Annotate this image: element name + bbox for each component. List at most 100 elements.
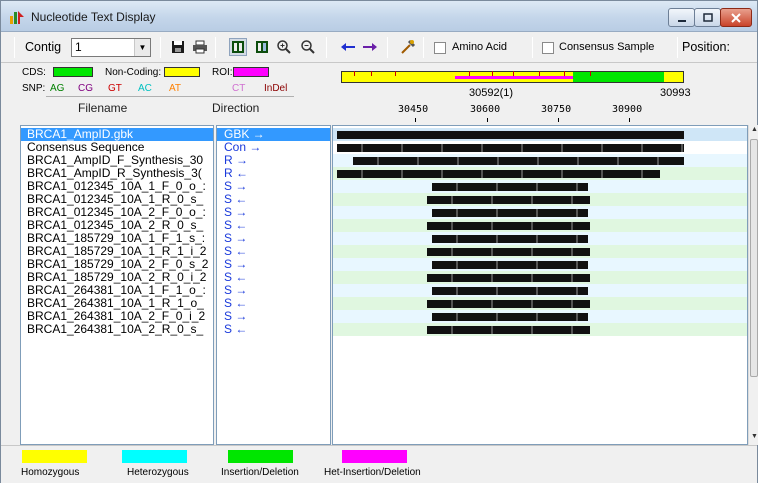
file-row[interactable]: BRCA1_185729_10A_2_R_0_i_2 <box>21 271 213 284</box>
snp-underline <box>46 96 294 97</box>
overview-end-position: 30993 <box>660 87 691 99</box>
direction-list[interactable]: GBK → Con → R → R ← S → S ← S → S ← S → S ← S → S ←… <box>216 125 331 445</box>
arrow-right-icon <box>363 43 377 51</box>
file-row[interactable]: BRCA1_AmpID_R_Synthesis_3( <box>21 167 213 180</box>
alignment-row[interactable] <box>333 310 747 323</box>
overview-bar[interactable] <box>341 71 684 83</box>
insertion-deletion-label: Insertion/Deletion <box>221 467 299 478</box>
file-row[interactable]: BRCA1_185729_10A_2_F_0_s_2 <box>21 258 213 271</box>
overview-tick <box>513 71 514 76</box>
file-row[interactable]: BRCA1_012345_10A_1_F_0_o_: <box>21 180 213 193</box>
save-button[interactable] <box>169 38 187 56</box>
consensus-sample-checkbox[interactable] <box>542 42 554 54</box>
alignment-row[interactable] <box>333 232 747 245</box>
file-row[interactable]: BRCA1_264381_10A_2_F_0_i_2 <box>21 310 213 323</box>
direction-row[interactable]: S → <box>217 232 330 245</box>
ruler-tick <box>558 118 559 122</box>
direction-row[interactable]: S ← <box>217 219 330 232</box>
snp-ct: CT <box>232 83 246 94</box>
direction-row[interactable]: S → <box>217 310 330 323</box>
file-row[interactable]: BRCA1_185729_10A_1_F_1_s_: <box>21 232 213 245</box>
filename-column-header[interactable]: Filename <box>78 101 127 115</box>
amino-acid-checkbox[interactable] <box>434 42 446 54</box>
file-row[interactable]: BRCA1_012345_10A_2_R_0_s_ <box>21 219 213 232</box>
vertical-scrollbar[interactable]: ▲ ▼ <box>748 125 758 445</box>
filename-list[interactable]: BRCA1_AmpID.gbk Consensus Sequence BRCA1_A… <box>20 125 214 445</box>
alignment-row[interactable] <box>333 193 747 206</box>
direction-row[interactable]: S ← <box>217 297 330 310</box>
alignment-row[interactable] <box>333 245 747 258</box>
alignment-row[interactable] <box>333 323 747 336</box>
roi-swatch <box>233 67 269 77</box>
direction-row[interactable]: S → <box>217 284 330 297</box>
scrollbar-thumb[interactable] <box>750 139 758 377</box>
overview-tick <box>354 71 355 76</box>
close-button[interactable] <box>720 8 752 27</box>
previous-button[interactable] <box>339 38 357 56</box>
layout-1-button[interactable] <box>229 38 247 56</box>
file-row[interactable]: BRCA1_264381_10A_2_R_0_s_ <box>21 323 213 336</box>
file-row[interactable]: BRCA1_012345_10A_2_F_0_o_: <box>21 206 213 219</box>
overview-tick <box>395 71 396 76</box>
direction-row[interactable]: S ← <box>217 245 330 258</box>
snp-ag: AG <box>50 83 65 94</box>
maximize-button[interactable] <box>694 8 721 27</box>
layout-2-button[interactable] <box>253 38 271 56</box>
direction-row[interactable]: S → <box>217 206 330 219</box>
sequence-read-bar <box>427 248 590 256</box>
file-row[interactable]: Consensus Sequence <box>21 141 213 154</box>
toolbar: Contig 1 ▼ Amino Acid Consensus Sample P… <box>1 32 757 62</box>
app-window: Nucleotide Text Display Contig 1 ▼ Amino… <box>0 0 758 483</box>
file-row[interactable]: BRCA1_AmpID_F_Synthesis_30 <box>21 154 213 167</box>
alignment-row[interactable] <box>333 258 747 271</box>
tools-button[interactable] <box>399 38 417 56</box>
file-row[interactable]: BRCA1_AmpID.gbk <box>21 128 213 141</box>
alignment-row[interactable] <box>333 271 747 284</box>
next-button[interactable] <box>361 38 379 56</box>
alignment-row[interactable] <box>333 180 747 193</box>
direction-row[interactable]: Con → <box>217 141 330 154</box>
direction-row[interactable]: S → <box>217 180 330 193</box>
direction-row[interactable]: S ← <box>217 193 330 206</box>
alignment-row[interactable] <box>333 154 747 167</box>
zoom-in-button[interactable] <box>275 38 293 56</box>
scroll-down-icon[interactable]: ▼ <box>750 433 758 443</box>
alignment-row[interactable] <box>333 219 747 232</box>
file-row[interactable]: BRCA1_012345_10A_1_R_0_s_ <box>21 193 213 206</box>
alignment-row[interactable] <box>333 128 747 141</box>
contig-select[interactable]: 1 ▼ <box>71 38 151 57</box>
direction-row[interactable]: GBK → <box>217 128 330 141</box>
direction-row[interactable]: S ← <box>217 271 330 284</box>
heterozygous-label: Heterozygous <box>127 467 189 478</box>
zoom-out-icon <box>301 40 315 54</box>
overview-tick <box>469 71 470 76</box>
ruler-tick <box>629 118 630 122</box>
file-row[interactable]: BRCA1_264381_10A_1_F_1_o_: <box>21 284 213 297</box>
alignment-row[interactable] <box>333 141 747 154</box>
direction-row[interactable]: R ← <box>217 167 330 180</box>
alignment-row[interactable] <box>333 284 747 297</box>
zoom-out-button[interactable] <box>299 38 317 56</box>
contig-value: 1 <box>75 40 82 54</box>
toolbar-separator <box>677 37 678 58</box>
ruler-label: 30900 <box>612 104 643 115</box>
sequence-read-bar <box>432 235 588 243</box>
file-row[interactable]: BRCA1_185729_10A_1_R_1_i_2 <box>21 245 213 258</box>
snp-indel: InDel <box>264 83 288 94</box>
sequence-alignment-view[interactable] <box>332 125 748 445</box>
print-button[interactable] <box>191 38 209 56</box>
minimize-button[interactable] <box>668 8 695 27</box>
sequence-read-bar <box>427 196 590 204</box>
file-row[interactable]: BRCA1_264381_10A_1_R_1_o_ <box>21 297 213 310</box>
sequence-read-bar <box>353 157 684 165</box>
direction-row[interactable]: S → <box>217 258 330 271</box>
direction-row[interactable]: S ← <box>217 323 330 336</box>
alignment-row[interactable] <box>333 206 747 219</box>
direction-row[interactable]: R → <box>217 154 330 167</box>
chevron-down-icon: ▼ <box>134 39 150 56</box>
direction-column-header[interactable]: Direction <box>212 101 259 115</box>
scroll-up-icon[interactable]: ▲ <box>750 126 758 136</box>
ruler-tick <box>415 118 416 122</box>
alignment-row[interactable] <box>333 297 747 310</box>
alignment-row[interactable] <box>333 167 747 180</box>
